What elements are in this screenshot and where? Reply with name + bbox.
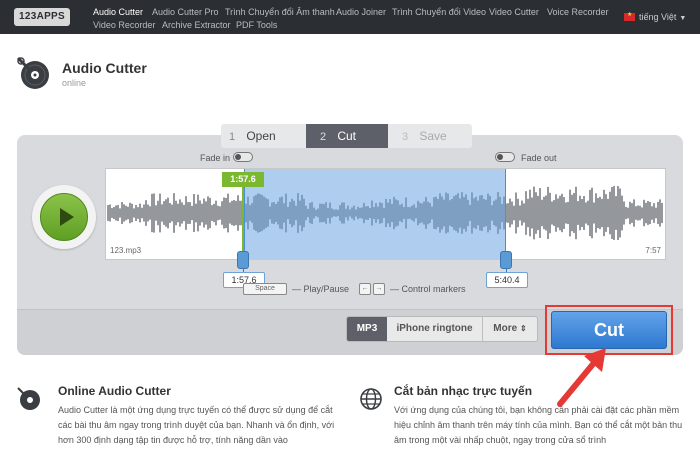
right-arrow-key: → bbox=[373, 283, 385, 295]
step-open[interactable]: 1 Open bbox=[221, 124, 306, 148]
selection-region[interactable] bbox=[244, 169, 506, 259]
nav-link-video-cutter[interactable]: Video Cutter bbox=[489, 7, 539, 17]
play-button-face bbox=[40, 193, 88, 241]
step-number: 1 bbox=[229, 131, 236, 143]
fade-in-label: Fade in bbox=[200, 153, 231, 163]
start-marker-line bbox=[242, 187, 244, 259]
vietnam-flag-icon bbox=[624, 11, 635, 21]
nav-link-audio-cutter[interactable]: Audio Cutter bbox=[93, 7, 143, 17]
format-iphone-button[interactable]: iPhone ringtone bbox=[387, 317, 483, 341]
nav-link-audio-converter[interactable]: Trình Chuyển đổi Âm thanh bbox=[225, 7, 335, 17]
waveform[interactable]: 123.mp3 7:57 bbox=[105, 168, 666, 260]
nav-link-audio-joiner[interactable]: Audio Joiner bbox=[336, 7, 386, 17]
step-number: 2 bbox=[320, 131, 327, 143]
format-more-label: More bbox=[493, 323, 518, 334]
step-number: 3 bbox=[402, 131, 409, 143]
globe-icon bbox=[360, 388, 382, 410]
nav-link-voice-recorder[interactable]: Voice Recorder bbox=[547, 7, 609, 17]
red-arrow-annotation bbox=[557, 348, 606, 407]
section-text-cut-online: Với ứng dụng của chúng tôi, bạn không cầ… bbox=[394, 405, 683, 445]
fade-in-toggle[interactable] bbox=[233, 152, 253, 162]
step-label: Open bbox=[246, 129, 276, 143]
format-selector: MP3 iPhone ringtone More ⇕ bbox=[346, 316, 538, 342]
file-name: 123.mp3 bbox=[110, 246, 142, 255]
start-marker-label: 1:57.6 bbox=[222, 172, 264, 187]
language-selector[interactable]: tiếng Việt▼ bbox=[624, 11, 687, 22]
fade-out-label: Fade out bbox=[521, 153, 557, 163]
track-duration: 7:57 bbox=[645, 246, 661, 255]
language-label: tiếng Việt bbox=[639, 12, 677, 22]
format-mp3-button[interactable]: MP3 bbox=[347, 317, 387, 341]
page-subtitle: online bbox=[62, 78, 87, 88]
nav-link-video-recorder[interactable]: Video Recorder bbox=[93, 20, 155, 30]
fade-out-toggle[interactable] bbox=[495, 152, 515, 162]
left-arrow-key: ← bbox=[359, 283, 371, 295]
vinyl-scissors-icon bbox=[16, 56, 49, 89]
end-time-input[interactable]: 5:40.4 bbox=[486, 272, 528, 288]
nav-link-archive-extractor[interactable]: Archive Extractor bbox=[162, 20, 231, 30]
step-label: Cut bbox=[337, 129, 357, 143]
nav-link-pdf-tools[interactable]: PDF Tools bbox=[236, 20, 277, 30]
play-icon bbox=[60, 208, 74, 226]
play-button[interactable] bbox=[32, 185, 96, 249]
step-label: Save bbox=[419, 129, 447, 143]
control-markers-hint: — Control markers bbox=[390, 284, 466, 294]
caret-down-icon: ▼ bbox=[679, 15, 687, 22]
step-cut[interactable]: 2 Cut bbox=[306, 124, 388, 148]
vinyl-scissors-icon bbox=[17, 387, 40, 410]
step-bar: 1 Open 2 Cut 3 Save bbox=[221, 124, 472, 148]
up-down-icon: ⇕ bbox=[519, 324, 527, 333]
start-handle[interactable] bbox=[237, 251, 249, 269]
section-text-online-cutter: Audio Cutter là một ứng dụng trực tuyến … bbox=[58, 405, 335, 445]
section-title-cut-online: Cắt bản nhạc trực tuyến bbox=[394, 384, 533, 398]
logo[interactable]: 123APPS bbox=[14, 8, 70, 26]
format-more-button[interactable]: More ⇕ bbox=[483, 317, 537, 341]
section-title-online-cutter: Online Audio Cutter bbox=[58, 384, 171, 398]
nav-link-video-converter[interactable]: Trình Chuyển đổi Video bbox=[392, 7, 486, 17]
top-navigation: 123APPS Audio Cutter Audio Cutter Pro Tr… bbox=[0, 0, 700, 34]
space-key: Space bbox=[243, 283, 287, 295]
play-pause-hint: — Play/Pause bbox=[292, 284, 350, 294]
step-save[interactable]: 3 Save bbox=[388, 124, 472, 148]
end-handle[interactable] bbox=[500, 251, 512, 269]
nav-link-audio-cutter-pro[interactable]: Audio Cutter Pro bbox=[152, 7, 219, 17]
page-title: Audio Cutter bbox=[62, 60, 147, 76]
